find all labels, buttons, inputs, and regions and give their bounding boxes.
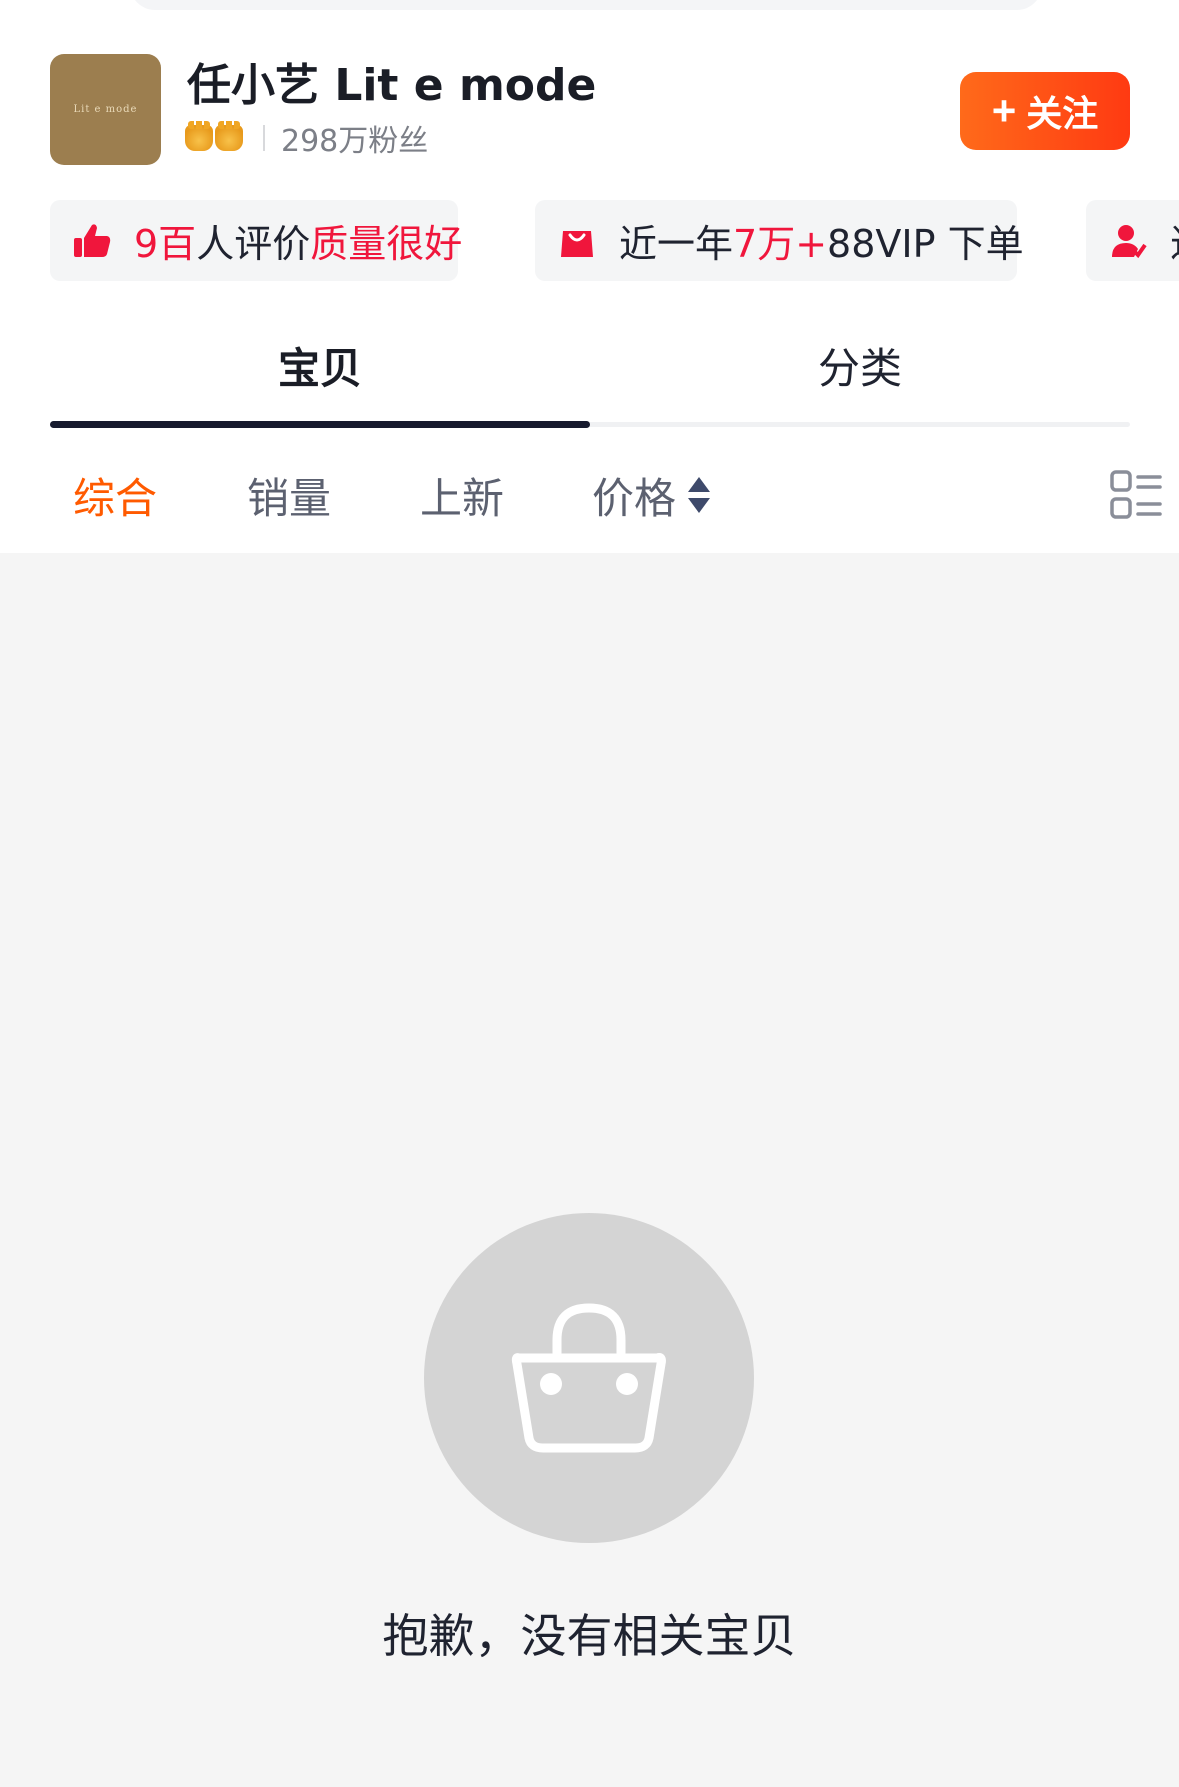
follow-button[interactable]: + 关注 xyxy=(960,72,1130,150)
tag-vip-orders[interactable]: 近一年 7万+ 88VIP 下单 xyxy=(535,200,1024,281)
tag-vip-count: 7万+ xyxy=(733,222,828,266)
sort-newest[interactable]: 上新 xyxy=(420,455,504,535)
tag-quality-text: 人评价 xyxy=(196,222,311,266)
divider xyxy=(263,125,265,151)
crown-icon xyxy=(215,121,243,151)
shopping-bag-icon xyxy=(561,230,593,257)
plus-icon: + xyxy=(991,87,1017,134)
sort-price-label: 价格 xyxy=(592,473,677,523)
tab-indicator xyxy=(50,421,590,428)
shop-subinfo: 298万粉丝 xyxy=(185,120,428,159)
sort-price[interactable]: 价格 xyxy=(592,455,711,535)
sort-sales[interactable]: 销量 xyxy=(247,455,331,535)
shop-header: Lit e mode 任小艺 Lit e mode 298万粉丝 + 关注 xyxy=(50,54,1130,166)
tag-quality-count: 9百 xyxy=(134,222,197,266)
tag-quality-highlight: 质量很好 xyxy=(310,222,463,266)
tab-products[interactable]: 宝贝 xyxy=(50,325,590,405)
shop-logo[interactable]: Lit e mode xyxy=(50,54,161,165)
tag-third[interactable]: 近 xyxy=(1086,200,1179,281)
shop-tags: 9百 人评价 质量很好 近一年 7万+ 88VIP 下单 近 xyxy=(50,200,1179,282)
shopping-basket-icon xyxy=(511,1303,666,1453)
tag-quality[interactable]: 9百 人评价 质量很好 xyxy=(50,200,462,281)
shop-page: Lit e mode 任小艺 Lit e mode 298万粉丝 + 关注 9百… xyxy=(0,0,1179,1787)
shop-name[interactable]: 任小艺 Lit e mode xyxy=(187,56,596,116)
empty-state: 抱歉，没有相关宝贝 xyxy=(0,553,1179,1787)
empty-illustration xyxy=(424,1213,754,1543)
tab-categories[interactable]: 分类 xyxy=(590,325,1130,405)
fans-count: 298万粉丝 xyxy=(281,124,429,159)
shop-logo-text: Lit e mode xyxy=(73,104,138,115)
sort-arrows-icon xyxy=(688,477,711,513)
crown-icon xyxy=(185,121,213,151)
follow-label: 关注 xyxy=(1026,93,1099,134)
grid-list-toggle-icon[interactable] xyxy=(1110,469,1162,521)
empty-message: 抱歉，没有相关宝贝 xyxy=(382,1609,797,1663)
search-bar[interactable] xyxy=(130,0,1042,10)
thumbs-up-icon xyxy=(74,223,111,257)
tag-vip-text: 88VIP 下单 xyxy=(827,222,1024,266)
sort-comprehensive[interactable]: 综合 xyxy=(73,455,157,535)
sort-bar: 综合 销量 上新 价格 xyxy=(0,455,1179,550)
user-icon xyxy=(1112,224,1147,258)
tag-third-text: 近 xyxy=(1170,213,1179,268)
main-tabs: 宝贝 分类 xyxy=(50,325,1130,428)
tag-vip-prefix: 近一年 xyxy=(619,222,734,266)
